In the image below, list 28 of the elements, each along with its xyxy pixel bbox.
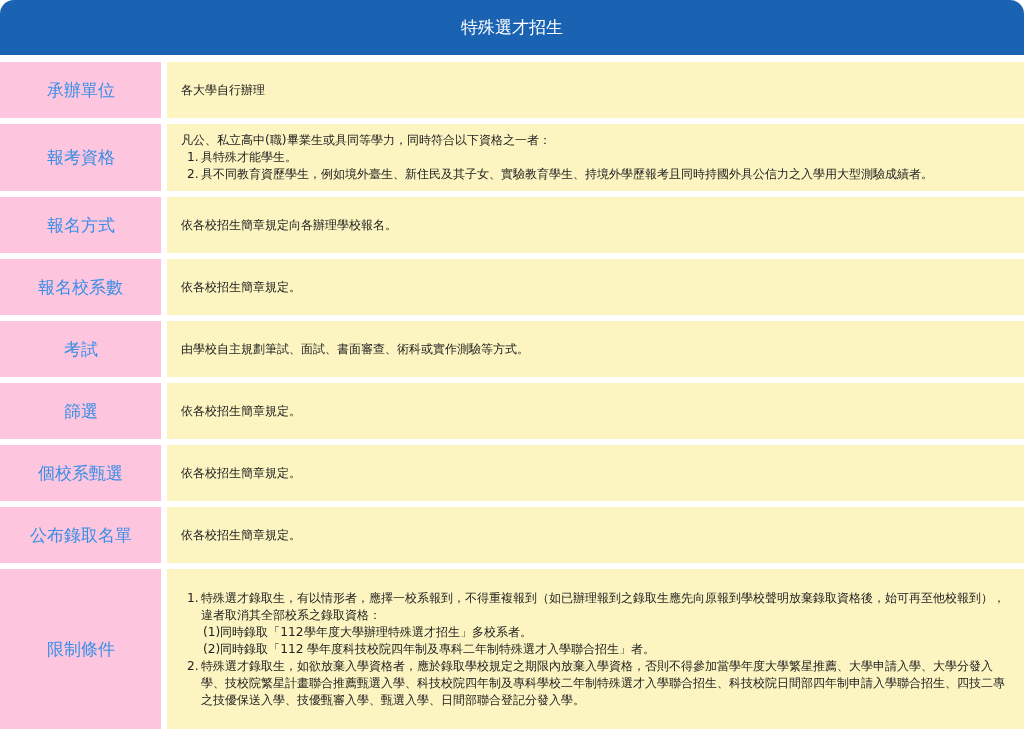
row-label: 限制條件 <box>0 569 161 729</box>
description-text: 凡公、私立高中(職)畢業生或具同等學力，同時符合以下資格之一者： <box>181 132 552 149</box>
row-label: 承辦單位 <box>0 62 161 118</box>
list-item-text: 具不同教育資歷學生，例如境外臺生、新住民及其子女、實驗教育學生、持境外學歷報考且同時持國外具公信力之入學用大型測驗成績者。 <box>201 166 933 183</box>
list-number: 2. <box>187 657 200 675</box>
list-item-text: 具特殊才能學生。 <box>201 149 297 166</box>
description-text: 依各校招生簡章規定向各辦理學校報名。 <box>181 216 398 234</box>
row-label: 報名校系數 <box>0 259 161 315</box>
row-label: 公布錄取名單 <box>0 507 161 563</box>
list-item-text: 特殊選才錄取生，如欲放棄入學資格者，應於錄取學校規定之期限內放棄入學資格，否則不得參加當學年度大學繁星推薦、大學申請入學、大學分發入學、技校院繁星計畫聯合推薦甄選入學、科技校院四年制及專科學校二年制特殊選才入學聯合招生、科技校院日間部四年制申請入學聯合招生、四技二專之技優保送入學、技優甄審入學、甄選入學、日間部聯合登記分發入學。 <box>201 657 1006 709</box>
row-label: 個校系甄選 <box>0 445 161 501</box>
list-number: 1. <box>187 149 200 166</box>
list-number: 1. <box>187 589 200 607</box>
row-label: 考試 <box>0 321 161 377</box>
page-title: 特殊選才招生 <box>0 0 1024 55</box>
description-text: 依各校招生簡章規定。 <box>181 278 302 296</box>
description-text: 各大學自行辦理 <box>181 81 266 99</box>
sub-item-text: (2)同時錄取「112 學年度科技校院四年制及專科二年制特殊選才入學聯合招生」者。 <box>202 640 657 658</box>
description-text: 由學校自主規劃筆試、面試、書面審查、術科或實作測驗等方式。 <box>181 340 530 358</box>
description-text: 依各校招生簡章規定。 <box>181 526 302 544</box>
row-label: 報考資格 <box>0 124 161 191</box>
description-text: 依各校招生簡章規定。 <box>181 464 302 482</box>
row-label: 篩選 <box>0 383 161 439</box>
sub-item-text: (1)同時錄取「112學年度大學辦理特殊選才招生」多校系者。 <box>202 623 533 641</box>
list-item-text: 特殊選才錄取生，有以情形者，應擇一校系報到，不得重複報到（如已辦理報到之錄取生應先向原報到學校聲明放棄錄取資格後，始可再至他校報到），違者取消其全部校系之錄取資格： <box>201 589 1006 624</box>
description-text: 依各校招生簡章規定。 <box>181 402 302 420</box>
list-number: 2. <box>187 166 200 183</box>
row-label: 報名方式 <box>0 197 161 253</box>
